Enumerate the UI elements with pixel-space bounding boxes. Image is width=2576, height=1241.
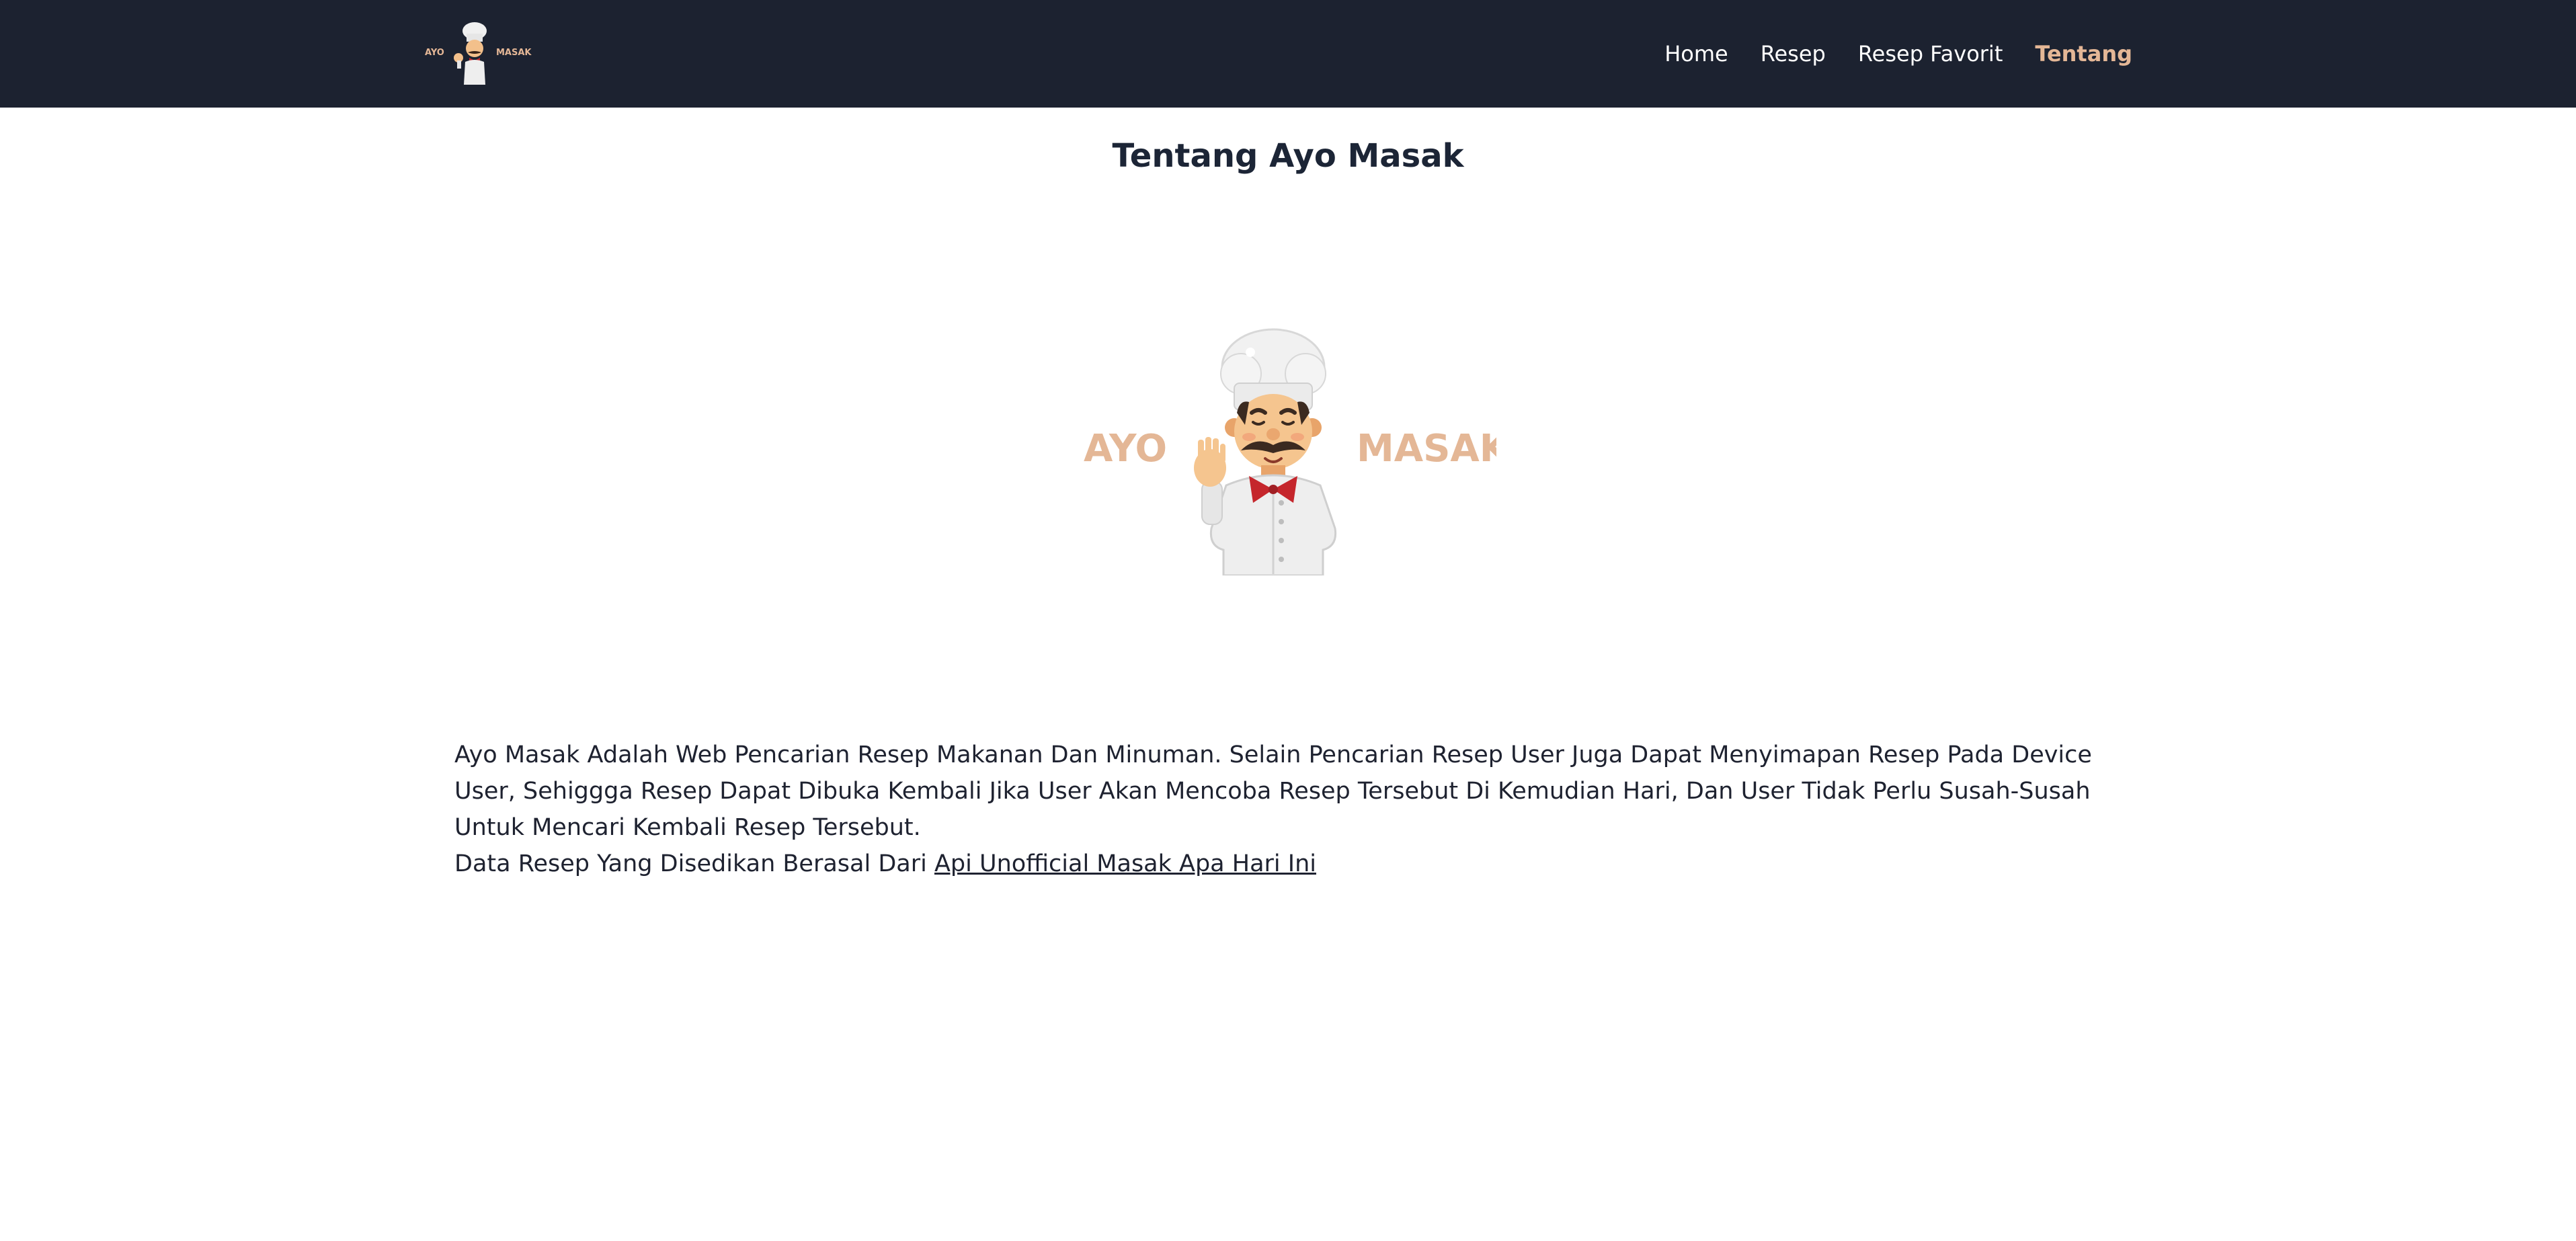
api-source-link[interactable]: Api Unofficial Masak Apa Hari Ini	[934, 850, 1316, 877]
navbar: AYO MASAK Home Resep Resep Favorit Tenta…	[0, 0, 2576, 108]
chef-icon: AYO MASAK	[1084, 328, 1496, 575]
description-paragraph: Ayo Masak Adalah Web Pencarian Resep Mak…	[454, 742, 2092, 841]
data-source-prefix: Data Resep Yang Disedikan Berasal Dari	[454, 850, 934, 877]
nav-menu: Home Resep Resep Favorit Tentang	[1664, 0, 2132, 108]
hero-logo: AYO MASAK	[1080, 327, 1496, 575]
chef-icon: AYO MASAK	[425, 22, 532, 85]
page-title: Tentang Ayo Masak	[1112, 137, 1464, 175]
hero-logo-text-right: MASAK	[1357, 427, 1496, 471]
nav-link-home[interactable]: Home	[1664, 41, 1728, 67]
nav-link-resep[interactable]: Resep	[1761, 41, 1826, 67]
about-description: Ayo Masak Adalah Web Pencarian Resep Mak…	[454, 737, 2122, 882]
brand-logo[interactable]: AYO MASAK	[425, 20, 536, 87]
nav-link-tentang[interactable]: Tentang	[2035, 41, 2132, 67]
logo-text-right: MASAK	[496, 48, 532, 58]
data-source-line: Data Resep Yang Disedikan Berasal Dari A…	[454, 846, 2122, 882]
nav-link-resep-favorit[interactable]: Resep Favorit	[1858, 41, 2003, 67]
logo-text-left: AYO	[425, 48, 444, 58]
hero-logo-text-left: AYO	[1084, 427, 1167, 471]
